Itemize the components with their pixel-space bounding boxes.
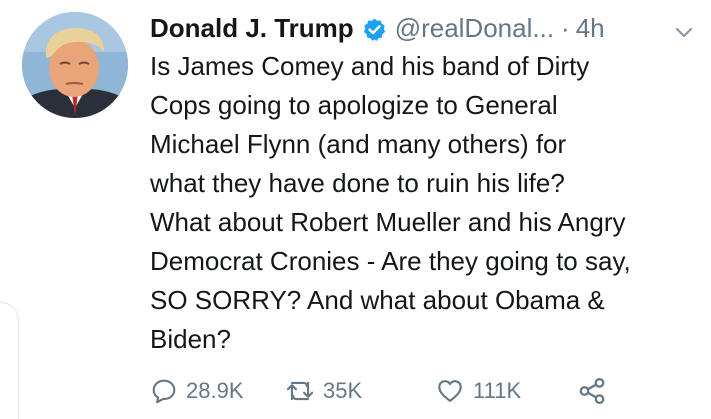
like-button[interactable]: 111K: [435, 377, 577, 405]
author-name[interactable]: Donald J. Trump: [150, 11, 354, 45]
tweet-text-line: what they have done to ruin his life?: [150, 168, 565, 198]
tweet-header: Donald J. Trump @realDonal... · 4h: [150, 11, 695, 45]
heart-icon: [435, 377, 465, 405]
tweet[interactable]: Donald J. Trump @realDonal... · 4h Is Ja…: [0, 0, 711, 419]
retweet-icon: [285, 377, 315, 405]
like-count: 111K: [473, 378, 522, 403]
tweet-text-line: Cops going to apologize to General: [150, 90, 558, 120]
tweet-actions: 28.9K 35K 111K: [150, 374, 607, 408]
tweet-text-line: Is James Comey and his band of Dirty: [150, 51, 590, 81]
tweet-text-line: Biden?: [150, 324, 231, 354]
avatar-image: [22, 12, 128, 118]
left-panel-edge: [0, 302, 19, 419]
separator-dot: ·: [561, 13, 570, 43]
tweet-timestamp[interactable]: 4h: [576, 11, 605, 45]
reply-icon: [150, 377, 178, 405]
tweet-text: Is James Comey and his band of Dirty Cop…: [150, 47, 700, 359]
chevron-down-icon[interactable]: [673, 17, 695, 39]
author-handle[interactable]: @realDonal...: [395, 11, 554, 45]
tweet-text-line: What about Robert Mueller and his Angry: [150, 207, 626, 237]
tweet-text-line: SO SORRY? And what about Obama &: [150, 285, 605, 315]
share-button[interactable]: [577, 376, 607, 406]
verified-badge-icon: [362, 16, 387, 41]
tweet-text-line: Democrat Cronies - Are they going to say…: [150, 246, 631, 276]
reply-count: 28.9K: [186, 378, 244, 403]
tweet-text-line: Michael Flynn (and many others) for: [150, 129, 567, 159]
avatar[interactable]: [22, 12, 128, 118]
share-icon: [577, 376, 607, 406]
retweet-button[interactable]: 35K: [285, 377, 435, 405]
reply-button[interactable]: 28.9K: [150, 377, 285, 405]
retweet-count: 35K: [323, 378, 363, 403]
